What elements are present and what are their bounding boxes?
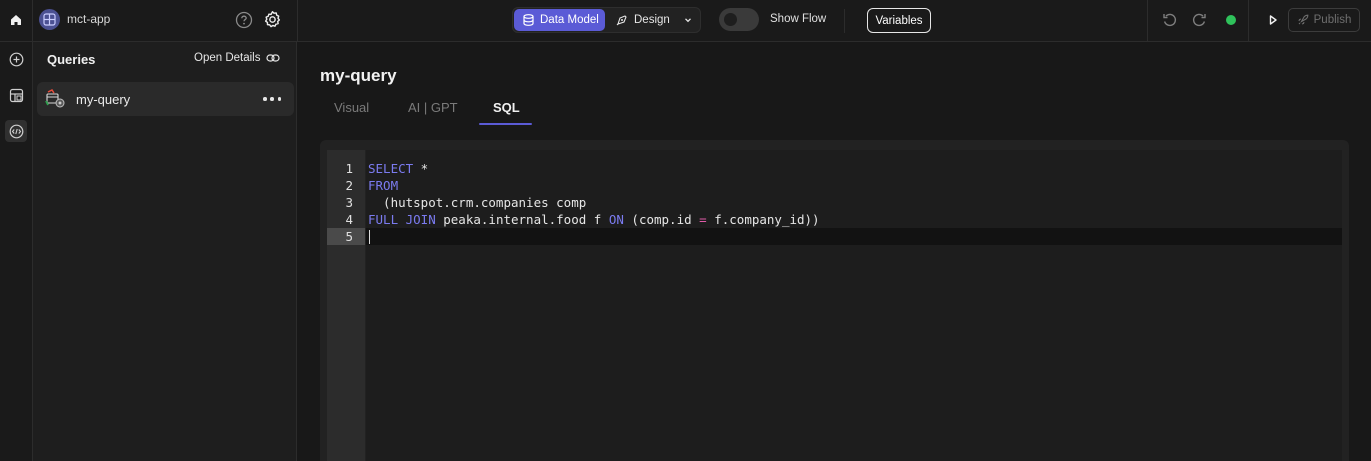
sql-token: f.company_id))	[706, 212, 820, 227]
current-line-highlight	[366, 228, 1342, 245]
page-title: my-query	[320, 66, 397, 85]
app-name[interactable]: mct-app	[67, 12, 110, 26]
link-icon	[266, 54, 281, 62]
toggle-knob	[724, 13, 737, 26]
divider	[1248, 0, 1249, 42]
sql-token: (comp.id	[623, 212, 700, 227]
tab-ai-gpt[interactable]: AI | GPT	[408, 100, 458, 115]
open-details-label: Open Details	[194, 52, 261, 64]
app-avatar[interactable]	[39, 9, 60, 30]
code-icon[interactable]	[5, 120, 27, 142]
open-details-button[interactable]: Open Details	[194, 52, 281, 64]
query-table-icon	[45, 89, 67, 109]
sql-keyword: FULL JOIN	[368, 212, 436, 227]
code-line: (hutspot.crm.companies comp	[368, 194, 586, 211]
divider	[297, 0, 298, 42]
play-icon[interactable]	[1265, 12, 1281, 28]
code-line: FULL JOIN peaka.internal.food f ON (comp…	[368, 211, 820, 228]
help-icon[interactable]	[235, 11, 253, 29]
line-number-gutter: 1 2 3 4 5	[327, 150, 365, 461]
code-line: FROM	[368, 177, 398, 194]
code-line: SELECT *	[368, 160, 428, 177]
publish-label: Publish	[1313, 14, 1352, 26]
variables-button[interactable]: Variables	[867, 8, 931, 33]
query-name: my-query	[76, 92, 131, 107]
publish-button[interactable]: Publish	[1288, 8, 1360, 32]
mode-switcher: Data Model Design	[512, 7, 701, 33]
main-panel: my-query Visual AI | GPT SQL 1 2 3 4 5 S…	[298, 42, 1371, 461]
sql-editor: 1 2 3 4 5 SELECT * FROM (hutspot.crm.comp…	[320, 140, 1349, 461]
status-indicator	[1226, 15, 1236, 25]
divider	[1147, 0, 1148, 42]
show-flow-toggle[interactable]	[719, 8, 759, 31]
query-list-item[interactable]: my-query	[37, 82, 294, 116]
redo-icon[interactable]	[1190, 11, 1208, 29]
queries-sidebar: Queries Open Details my-query	[33, 42, 297, 461]
text-caret	[369, 230, 370, 244]
sql-keyword: FROM	[368, 178, 399, 193]
tab-design[interactable]: Design	[616, 9, 670, 31]
tab-visual[interactable]: Visual	[334, 100, 369, 115]
divider	[32, 0, 33, 42]
line-number: 2	[345, 178, 353, 193]
sql-token: *	[413, 161, 429, 176]
top-bar: mct-app Data Model Design Show Flow Vari…	[0, 0, 1371, 42]
tab-data-model[interactable]: Data Model	[514, 9, 605, 31]
line-number: 5	[345, 229, 353, 244]
sql-token: peaka.internal.food f	[435, 212, 609, 227]
show-flow-label: Show Flow	[770, 13, 827, 25]
sql-keyword: SELECT	[368, 161, 414, 176]
sidebar-title: Queries	[47, 52, 96, 67]
tab-data-model-label: Data Model	[540, 14, 599, 26]
database-icon	[523, 14, 534, 26]
line-number: 4	[345, 212, 353, 227]
undo-icon[interactable]	[1161, 11, 1179, 29]
code-input[interactable]: SELECT * FROM (hutspot.crm.companies comp…	[366, 150, 1342, 461]
chevron-down-icon[interactable]	[682, 14, 694, 26]
sql-token: (hutspot.crm.companies comp	[368, 195, 587, 210]
line-number: 3	[345, 195, 353, 210]
active-tab-indicator	[479, 123, 532, 125]
more-options-icon[interactable]	[263, 91, 281, 107]
left-rail	[0, 42, 33, 461]
components-icon[interactable]	[5, 84, 27, 106]
home-icon[interactable]	[6, 10, 26, 30]
gear-icon[interactable]	[263, 10, 282, 29]
rocket-icon	[1298, 14, 1308, 25]
divider	[844, 9, 845, 33]
tab-design-label: Design	[634, 14, 670, 26]
sql-keyword: ON	[608, 212, 624, 227]
pen-tool-icon	[616, 15, 627, 26]
tab-sql[interactable]: SQL	[493, 100, 520, 115]
add-icon[interactable]	[5, 48, 27, 70]
sql-operator: =	[699, 212, 707, 227]
line-number: 1	[345, 161, 353, 176]
